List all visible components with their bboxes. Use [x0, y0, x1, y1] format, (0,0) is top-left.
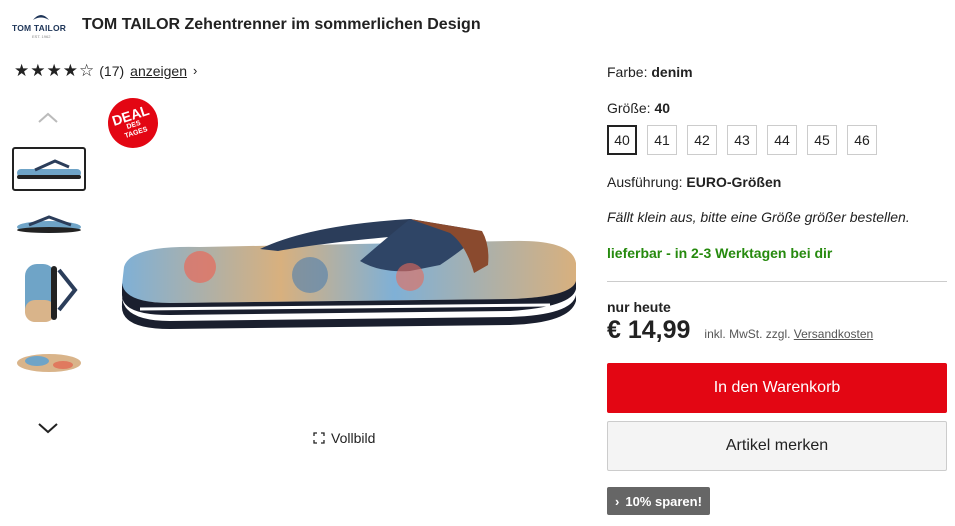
add-to-cart-button[interactable]: In den Warenkorb: [607, 363, 947, 413]
product-header: TOM TAILOR EST. 1962 TOM TAILOR Zehentre…: [12, 10, 481, 40]
star-icon: ★: [14, 61, 30, 80]
thumbnail-2[interactable]: [12, 201, 86, 245]
rating-count: (17): [99, 62, 125, 79]
star-empty-icon: ☆: [79, 61, 95, 80]
thumbnail-image: [25, 264, 78, 322]
color-row: Farbe: denim: [607, 64, 693, 80]
brand-emblem-icon: [33, 15, 49, 20]
divider: [607, 281, 947, 282]
tax-note: inkl. MwSt. zzgl. Versandkosten: [704, 327, 873, 341]
thumbnail-scroll-down[interactable]: [36, 418, 60, 438]
price-row: € 14,99 inkl. MwSt. zzgl. Versandkosten: [607, 316, 873, 345]
chevron-right-icon: ›: [615, 493, 620, 509]
flip-flop-image: [121, 219, 576, 329]
chevron-right-icon: ›: [192, 63, 198, 78]
size-option-46[interactable]: 46: [847, 125, 877, 155]
rating-summary: ★ ★ ★ ★ ☆ (17) anzeigen ›: [14, 62, 197, 79]
execution-value: EURO-Größen: [686, 174, 782, 190]
fullscreen-label: Vollbild: [331, 430, 376, 446]
size-selector: 40 41 42 43 44 45 46: [607, 125, 887, 155]
show-reviews-link[interactable]: anzeigen: [130, 63, 187, 79]
thumbnail-1[interactable]: [12, 147, 86, 191]
size-option-45[interactable]: 45: [807, 125, 837, 155]
size-option-41[interactable]: 41: [647, 125, 677, 155]
fullscreen-button[interactable]: Vollbild: [313, 430, 375, 446]
deal-of-the-day-badge: DEAL DES TAGES: [101, 91, 165, 155]
chevron-down-icon: [38, 423, 58, 434]
thumbnail-image: [17, 159, 81, 179]
price-caption: nur heute: [607, 299, 671, 315]
brand-name: TOM TAILOR: [12, 23, 67, 33]
thumbnail-scroll-up[interactable]: [36, 108, 60, 128]
price-value: € 14,99: [607, 316, 691, 344]
main-product-image[interactable]: [110, 205, 580, 340]
star-rating: ★ ★ ★ ★ ☆: [14, 62, 95, 79]
product-title: TOM TAILOR Zehentrenner im sommerlichen …: [82, 16, 481, 33]
execution-row: Ausführung: EURO-Größen: [607, 174, 781, 190]
star-icon: ★: [30, 61, 46, 80]
size-option-44[interactable]: 44: [767, 125, 797, 155]
remember-item-button[interactable]: Artikel merken: [607, 421, 947, 471]
expand-icon: [313, 432, 325, 444]
thumbnail-3[interactable]: [12, 258, 86, 328]
promo-label: 10% sparen!: [625, 493, 702, 509]
shipping-costs-link[interactable]: Versandkosten: [794, 327, 873, 341]
brand-est: EST. 1962: [32, 34, 51, 39]
promo-discount-button[interactable]: › 10% sparen!: [607, 487, 710, 515]
size-label: Größe:: [607, 100, 651, 116]
size-option-40[interactable]: 40: [607, 125, 637, 155]
thumbnail-image: [17, 215, 81, 233]
size-option-43[interactable]: 43: [727, 125, 757, 155]
fit-hint: Fällt klein aus, bitte eine Größe größer…: [607, 209, 910, 225]
execution-label: Ausführung:: [607, 174, 683, 190]
star-icon: ★: [46, 61, 62, 80]
size-row: Größe: 40: [607, 100, 670, 116]
color-value: denim: [651, 64, 693, 80]
thumbnail-4[interactable]: [12, 341, 86, 385]
thumbnail-image: [17, 354, 81, 372]
color-label: Farbe:: [607, 64, 648, 80]
brand-logo[interactable]: TOM TAILOR EST. 1962: [12, 10, 70, 40]
availability-status: lieferbar - in 2-3 Werktagen bei dir: [607, 245, 833, 261]
size-option-42[interactable]: 42: [687, 125, 717, 155]
size-value: 40: [654, 100, 671, 116]
tax-note-text: inkl. MwSt. zzgl.: [704, 327, 791, 341]
chevron-up-icon: [38, 112, 58, 123]
star-icon: ★: [62, 61, 78, 80]
